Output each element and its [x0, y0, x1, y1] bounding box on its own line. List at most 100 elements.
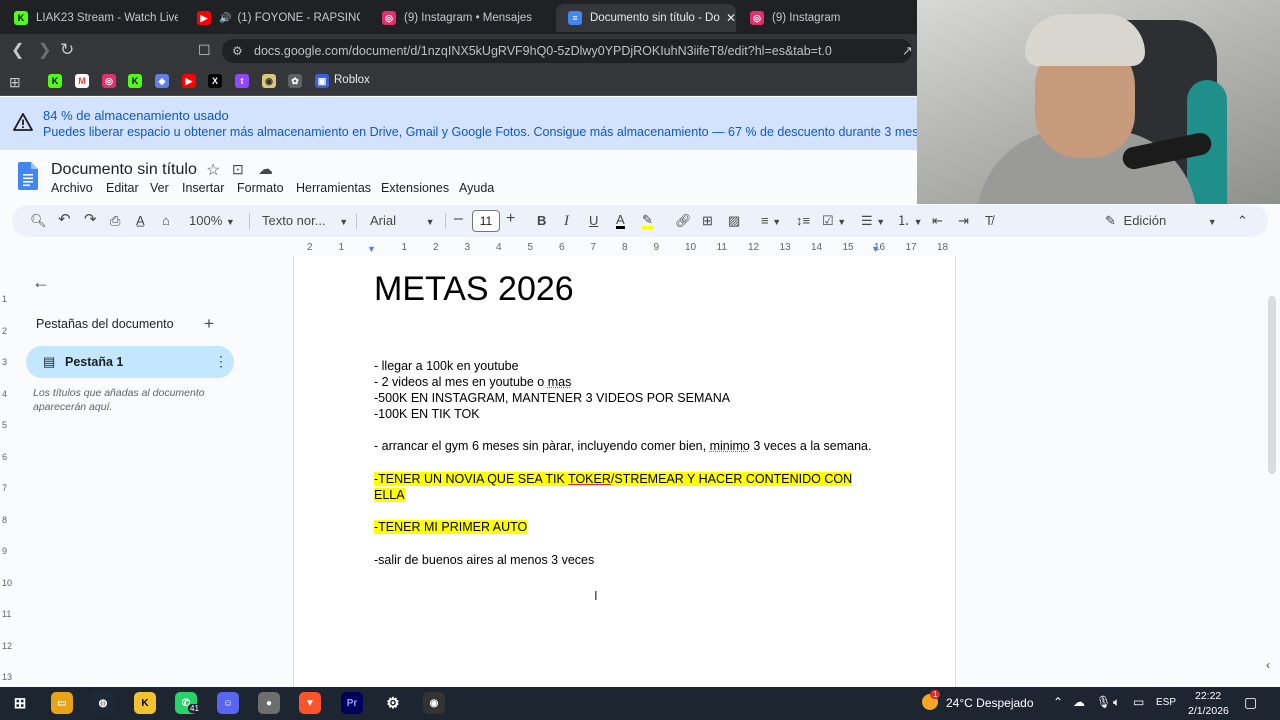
- underline-icon[interactable]: U: [589, 213, 598, 229]
- settings-icon[interactable]: ⚙: [382, 692, 404, 714]
- language-indicator[interactable]: ESP: [1156, 697, 1176, 708]
- document-page[interactable]: METAS 2026 - llegar a 100k en youtube - …: [293, 256, 956, 687]
- obs-icon[interactable]: ◉: [423, 692, 445, 714]
- highlight-color-icon[interactable]: ✎: [642, 213, 653, 229]
- kick-icon[interactable]: K: [128, 74, 142, 88]
- tab-instagram-messages[interactable]: ◎ (9) Instagram • Mensajes: [370, 4, 550, 32]
- clock-time[interactable]: 22:22: [1195, 690, 1221, 702]
- italic-icon[interactable]: I: [564, 213, 569, 229]
- url-field[interactable]: ⚙ docs.google.com/document/d/1nzqINX5kUg…: [222, 39, 912, 63]
- add-comment-icon[interactable]: ⊞: [702, 213, 713, 229]
- tab-kick-stream[interactable]: K LIAK23 Stream - Watch Live o: [2, 4, 178, 32]
- left-indent-marker[interactable]: ▼: [367, 244, 376, 254]
- add-tab-icon[interactable]: +: [204, 314, 214, 334]
- menu-extensiones[interactable]: Extensiones: [381, 181, 449, 195]
- twitch-icon[interactable]: t: [235, 74, 249, 88]
- redo-icon[interactable]: ↷: [84, 212, 97, 228]
- tab-instagram[interactable]: ◎ (9) Instagram: [738, 4, 908, 32]
- back-arrow-icon[interactable]: ←: [32, 272, 50, 293]
- numbered-list-icon[interactable]: ⒈ ▼: [897, 213, 923, 230]
- back-icon[interactable]: ❮: [11, 43, 24, 59]
- menu-ayuda[interactable]: Ayuda: [459, 181, 494, 195]
- print-icon[interactable]: ⎙: [110, 213, 120, 229]
- star-icon[interactable]: ☆: [206, 160, 220, 180]
- discord-icon[interactable]: ☺: [217, 692, 239, 714]
- insert-image-icon[interactable]: ▨: [728, 213, 740, 229]
- document-title[interactable]: Documento sin título: [51, 161, 197, 179]
- cloud-status-icon[interactable]: ☁: [258, 160, 273, 178]
- google-docs-logo-icon[interactable]: [18, 162, 38, 190]
- bookmark-icon[interactable]: ☐: [198, 42, 211, 58]
- collapse-menus-icon[interactable]: ⌃: [1237, 213, 1248, 229]
- tab-google-docs[interactable]: ≡ Documento sin título - Doc ✕: [556, 4, 736, 32]
- side-panel-toggle-icon[interactable]: ‹: [1266, 658, 1270, 672]
- roblox-icon[interactable]: ▣: [315, 74, 329, 88]
- volume-icon[interactable]: 🔈︎: [1113, 695, 1120, 710]
- file-explorer-icon[interactable]: ▭: [51, 692, 73, 714]
- windows-start-icon[interactable]: ⊞: [9, 692, 31, 714]
- share-icon[interactable]: ↗: [902, 43, 913, 59]
- premiere-pro-icon[interactable]: Pr: [341, 692, 363, 714]
- site-info-icon[interactable]: ⚙: [232, 39, 243, 63]
- reload-icon[interactable]: ↻: [60, 41, 74, 58]
- spelling-error[interactable]: mas: [548, 375, 572, 389]
- bulleted-list-icon[interactable]: ☰ ▼: [861, 213, 885, 230]
- bold-icon[interactable]: B: [537, 213, 546, 229]
- clock-date[interactable]: 2/1/2026: [1188, 705, 1229, 717]
- brave-icon[interactable]: ▼: [299, 692, 321, 714]
- menu-herramientas[interactable]: Herramientas: [296, 181, 371, 195]
- steam-icon[interactable]: ◍: [92, 692, 114, 714]
- cloud-tray-icon[interactable]: ☁: [1073, 695, 1085, 709]
- undo-icon[interactable]: ↶: [58, 212, 71, 228]
- ethereum-icon[interactable]: ◆: [155, 74, 169, 88]
- bookmark-roblox-label[interactable]: Roblox: [334, 74, 370, 86]
- tab-youtube[interactable]: ▶ 🔊 (1) FOYONE - RAPSINCORTE: [185, 4, 360, 32]
- app-circle-icon[interactable]: ●: [258, 692, 280, 714]
- insert-link-icon[interactable]: 🔗︎: [675, 213, 692, 229]
- line-spacing-icon[interactable]: ↕≡: [796, 213, 810, 229]
- spelling-error[interactable]: minimo: [710, 439, 750, 453]
- menu-insertar[interactable]: Insertar: [182, 181, 224, 195]
- bookmark-site-icon[interactable]: ◉: [262, 74, 276, 88]
- spellcheck-icon[interactable]: A̲: [136, 213, 145, 229]
- notifications-icon[interactable]: ▢: [1244, 694, 1257, 711]
- text-color-icon[interactable]: A: [616, 213, 625, 229]
- clear-formatting-icon[interactable]: T̸: [985, 213, 993, 229]
- checklist-icon[interactable]: ☑ ▼: [822, 213, 846, 230]
- editing-mode-select[interactable]: ✎ Edición ▼: [1105, 213, 1217, 230]
- search-menus-icon[interactable]: 🔍︎: [30, 213, 47, 229]
- forward-icon[interactable]: ❯: [38, 43, 51, 59]
- font-select[interactable]: Arial ▼: [370, 213, 435, 230]
- spelling-error[interactable]: TOKER: [568, 472, 611, 486]
- menu-archivo[interactable]: Archivo: [51, 181, 93, 195]
- zoom-select[interactable]: 100% ▼: [189, 213, 235, 230]
- apps-grid-icon[interactable]: ⊞: [9, 74, 21, 90]
- gmail-icon[interactable]: M: [75, 74, 89, 88]
- close-icon[interactable]: ✕: [726, 11, 736, 25]
- youtube-icon[interactable]: ▶: [182, 74, 196, 88]
- style-select[interactable]: Texto nor... ▼: [262, 213, 348, 230]
- kick-icon[interactable]: K: [48, 74, 62, 88]
- decrease-font-icon[interactable]: –: [454, 211, 463, 227]
- app-k-icon[interactable]: K: [134, 692, 156, 714]
- banner-text[interactable]: Puedes liberar espacio u obtener más alm…: [43, 125, 935, 139]
- paint-format-icon[interactable]: ⌂: [162, 213, 170, 229]
- menu-ver[interactable]: Ver: [150, 181, 169, 195]
- font-size-input[interactable]: 11: [472, 210, 500, 232]
- increase-font-icon[interactable]: +: [506, 211, 515, 227]
- decrease-indent-icon[interactable]: ⇤: [932, 213, 943, 229]
- instagram-icon[interactable]: ◎: [102, 74, 116, 88]
- tray-chevron-icon[interactable]: ⌃: [1053, 695, 1063, 709]
- document-scrollbar[interactable]: [1268, 296, 1276, 474]
- move-folder-icon[interactable]: ⊡: [232, 161, 244, 178]
- menu-formato[interactable]: Formato: [237, 181, 284, 195]
- openai-icon[interactable]: ✿: [288, 74, 302, 88]
- increase-indent-icon[interactable]: ⇥: [958, 213, 969, 229]
- more-options-icon[interactable]: ⋮: [214, 353, 228, 370]
- network-icon[interactable]: ▭: [1133, 695, 1144, 709]
- x-icon[interactable]: X: [208, 74, 222, 88]
- weather-text[interactable]: 24°C Despejado: [946, 696, 1034, 710]
- microphone-icon[interactable]: 🎙︎: [1096, 695, 1111, 709]
- menu-editar[interactable]: Editar: [106, 181, 139, 195]
- right-indent-marker[interactable]: ▼: [871, 244, 880, 254]
